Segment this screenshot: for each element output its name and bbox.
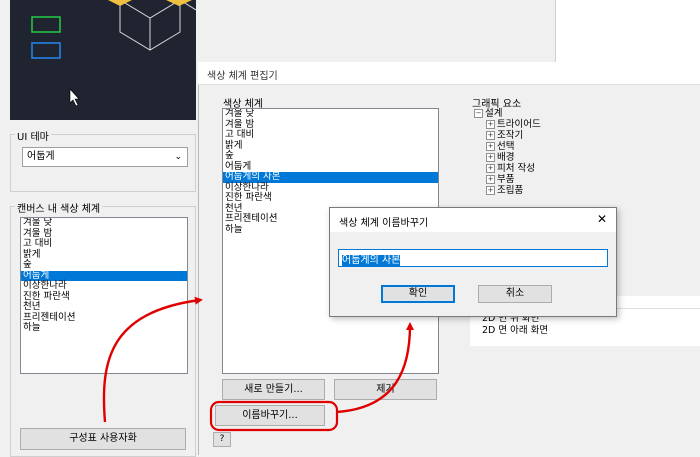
rename-highlight	[209, 400, 339, 432]
arrow-to-dialog	[336, 322, 414, 414]
arrow-to-editor	[102, 296, 203, 423]
annotation-overlay	[102, 296, 414, 432]
